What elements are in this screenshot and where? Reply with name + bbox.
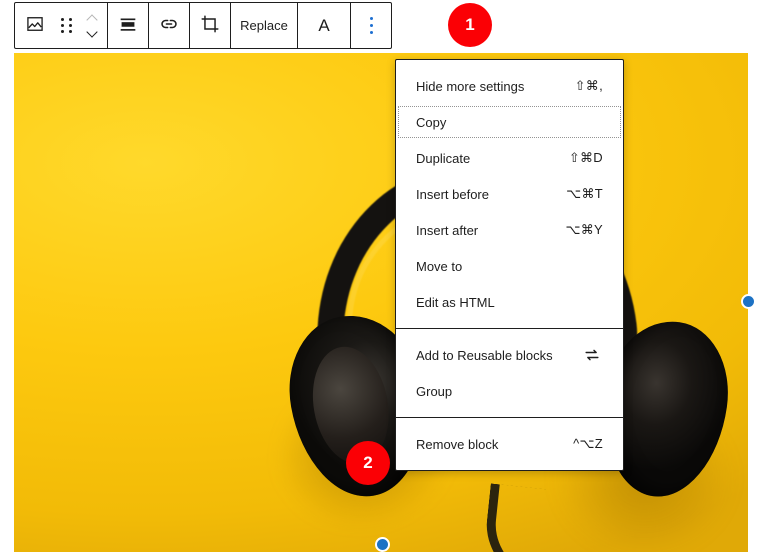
menu-item-shortcut: ^⌥Z [573, 436, 603, 452]
toolbar-group-replace: Replace [231, 3, 298, 48]
move-up-down-buttons[interactable] [79, 3, 105, 48]
toolbar-group-text-style: A [298, 3, 351, 48]
resize-handle-bottom[interactable] [375, 537, 390, 552]
menu-item-label: Copy [416, 115, 446, 130]
align-center-icon [117, 13, 139, 38]
toolbar-group-crop [190, 3, 231, 48]
menu-item-shortcut: ⇧⌘, [575, 78, 603, 94]
replace-button[interactable]: Replace [233, 3, 295, 48]
menu-item-label: Move to [416, 259, 462, 274]
menu-item-duplicate[interactable]: Duplicate ⇧⌘D [396, 140, 623, 176]
reusable-block-icon [581, 344, 603, 366]
text-style-button[interactable]: A [300, 3, 348, 48]
block-toolbar: Replace A [14, 2, 392, 49]
crop-icon [199, 13, 221, 38]
menu-item-insert-after[interactable]: Insert after ⌥⌘Y [396, 212, 623, 248]
align-button[interactable] [110, 3, 146, 48]
more-options-button[interactable] [353, 3, 389, 48]
menu-item-edit-as-html[interactable]: Edit as HTML [396, 284, 623, 320]
block-options-dropdown: Hide more settings ⇧⌘, Copy Duplicate ⇧⌘… [395, 59, 624, 471]
chevron-up-icon[interactable] [87, 15, 98, 22]
annotation-badge-2: 2 [346, 441, 390, 485]
menu-item-label: Insert before [416, 187, 489, 202]
menu-item-copy[interactable]: Copy [396, 104, 623, 140]
menu-item-label: Remove block [416, 437, 498, 452]
drag-handle-icon [61, 18, 72, 33]
drag-handle-button[interactable] [53, 3, 79, 48]
image-icon [25, 14, 45, 37]
menu-item-label: Edit as HTML [416, 295, 495, 310]
annotation-badge-1: 1 [448, 3, 492, 47]
menu-item-group[interactable]: Group [396, 373, 623, 409]
menu-item-shortcut: ⌥⌘T [566, 186, 603, 202]
menu-item-shortcut: ⇧⌘D [569, 150, 603, 166]
menu-group-remove: Remove block ^⌥Z [396, 417, 623, 470]
resize-handle-right[interactable] [741, 294, 756, 309]
menu-item-label: Group [416, 384, 452, 399]
menu-group-reusable: Add to Reusable blocks Group [396, 328, 623, 417]
menu-item-shortcut: ⌥⌘Y [565, 222, 603, 238]
link-button[interactable] [151, 3, 187, 48]
crop-button[interactable] [192, 3, 228, 48]
menu-group-primary: Hide more settings ⇧⌘, Copy Duplicate ⇧⌘… [396, 60, 623, 328]
image-block-icon-button[interactable] [17, 3, 53, 48]
menu-item-move-to[interactable]: Move to [396, 248, 623, 284]
menu-item-label: Add to Reusable blocks [416, 348, 553, 363]
menu-item-label: Duplicate [416, 151, 470, 166]
link-icon [158, 13, 180, 38]
toolbar-group-alignment [108, 3, 149, 48]
menu-item-label: Hide more settings [416, 79, 524, 94]
toolbar-group-link [149, 3, 190, 48]
menu-item-add-to-reusable-blocks[interactable]: Add to Reusable blocks [396, 337, 623, 373]
chevron-down-icon[interactable] [87, 29, 98, 36]
editor-canvas: Replace A Hide more settings ⇧⌘, Copy [0, 0, 762, 552]
kebab-vertical-icon [370, 17, 373, 34]
menu-item-label: Insert after [416, 223, 478, 238]
menu-item-remove-block[interactable]: Remove block ^⌥Z [396, 426, 623, 462]
toolbar-group-more-options [351, 3, 391, 48]
menu-item-hide-more-settings[interactable]: Hide more settings ⇧⌘, [396, 68, 623, 104]
menu-item-insert-before[interactable]: Insert before ⌥⌘T [396, 176, 623, 212]
toolbar-group-block-type [15, 3, 108, 48]
